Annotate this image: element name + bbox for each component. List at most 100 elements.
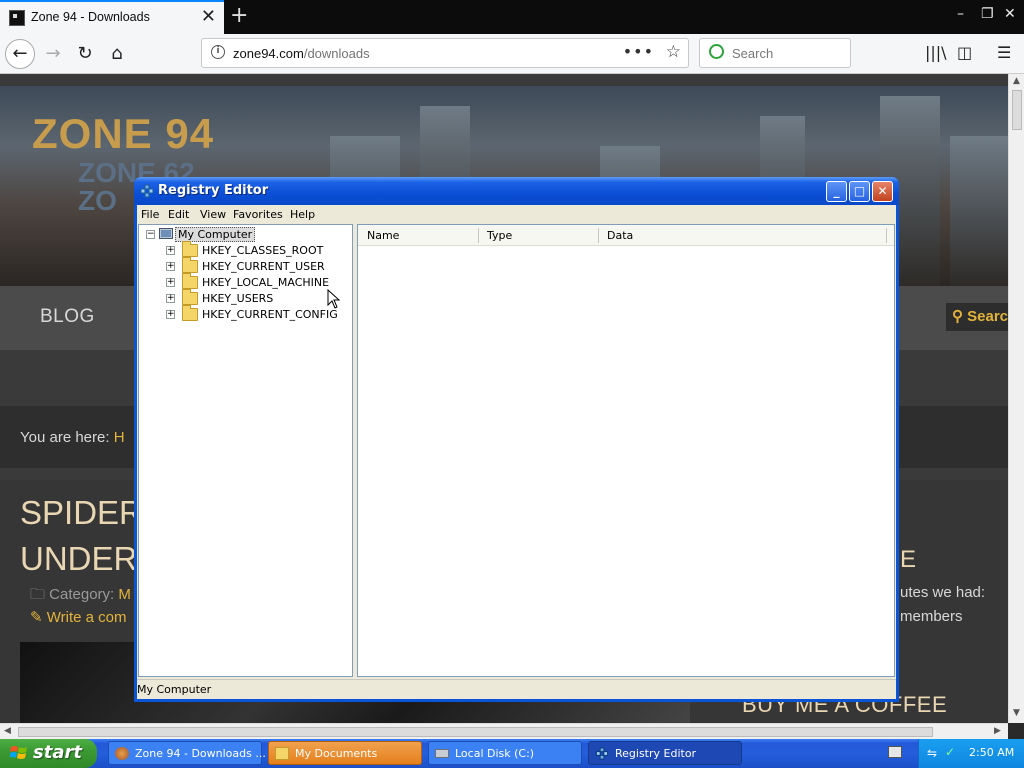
network-icon[interactable]: ⇋	[927, 746, 937, 760]
drive-icon	[435, 749, 449, 758]
menu-view[interactable]: View	[200, 208, 226, 221]
tree-node-label: HKEY_LOCAL_MACHINE	[202, 276, 330, 289]
column-name[interactable]: Name	[367, 229, 399, 242]
column-data[interactable]: Data	[607, 229, 633, 242]
page-vertical-scrollbar[interactable]: ▲ ▼	[1008, 74, 1024, 723]
regedit-titlebar[interactable]: Registry Editor _ □ ✕	[134, 177, 899, 205]
status-text: My Computer	[137, 683, 212, 696]
url-path: /downloads	[303, 46, 370, 61]
search-placeholder: Search	[732, 46, 774, 61]
nav-blog-link[interactable]: BLOG	[40, 306, 95, 328]
bookmark-star-icon[interactable]: ☆	[666, 42, 681, 62]
home-icon[interactable]: ⌂	[102, 39, 132, 69]
reload-icon[interactable]: ↻	[70, 39, 100, 69]
category-value[interactable]: M	[118, 586, 131, 603]
site-logo[interactable]: ZONE 94	[32, 110, 214, 158]
taskbar-item-label: Registry Editor	[615, 747, 697, 760]
tree-node-my-computer[interactable]: − My Computer	[146, 227, 346, 243]
windows-flag-icon	[10, 746, 27, 759]
tree-node-label: HKEY_CURRENT_USER	[202, 260, 325, 273]
back-icon[interactable]: ←	[5, 39, 35, 69]
write-comment-link[interactable]: ✎ Write a com	[30, 608, 127, 626]
regedit-menubar: File Edit View Favorites Help	[137, 205, 896, 224]
address-bar[interactable]: i zone94.com/downloads ••• ☆	[201, 38, 689, 68]
safely-remove-icon[interactable]: ✓	[945, 745, 955, 759]
column-type[interactable]: Type	[487, 229, 512, 242]
category-label: Category:	[49, 586, 115, 603]
sidebar-text-1: utes we had:	[900, 584, 986, 601]
site-search-button[interactable]: ⚲ Searc	[946, 303, 1008, 331]
scroll-down-icon[interactable]: ▼	[1013, 708, 1020, 718]
library-icon[interactable]: |||\	[925, 43, 947, 62]
minimize-icon[interactable]: –	[957, 6, 964, 22]
horizontal-scroll-thumb[interactable]	[18, 727, 933, 737]
tab-close-icon[interactable]: ✕	[201, 7, 216, 27]
registry-tree[interactable]: − My Computer + HKEY_CLASSES_ROOT + HKEY…	[138, 224, 353, 677]
expand-icon[interactable]: +	[166, 246, 175, 255]
taskbar-item-registry-editor[interactable]: Registry Editor	[588, 741, 742, 765]
menu-icon[interactable]: ☰	[997, 43, 1011, 62]
taskbar-item-my-documents[interactable]: My Documents	[268, 741, 422, 765]
folder-icon	[182, 241, 198, 257]
menu-file[interactable]: File	[141, 208, 159, 221]
page-actions-icon[interactable]: •••	[623, 42, 654, 61]
folder-icon	[182, 273, 198, 289]
taskbar: start Zone 94 - Downloads ... My Documen…	[0, 739, 1024, 768]
regedit-close-button[interactable]: ✕	[872, 181, 893, 202]
folder-icon	[182, 305, 198, 321]
start-label: start	[33, 742, 82, 763]
regedit-minimize-button[interactable]: _	[826, 181, 847, 202]
keyboard-icon[interactable]	[888, 746, 902, 758]
menu-help[interactable]: Help	[290, 208, 315, 221]
browser-toolbar: ← → ↻ ⌂ i zone94.com/downloads ••• ☆ Sea…	[0, 34, 1024, 74]
write-comment-label: Write a com	[46, 609, 127, 626]
vertical-scroll-thumb[interactable]	[1012, 90, 1022, 130]
regedit-icon	[140, 184, 154, 198]
search-engine-icon	[709, 44, 724, 59]
regedit-statusbar: My Computer	[137, 679, 896, 699]
tree-node-hkey-local-machine[interactable]: + HKEY_LOCAL_MACHINE	[166, 273, 346, 291]
scroll-up-icon[interactable]: ▲	[1013, 76, 1020, 86]
tree-node-hkey-users[interactable]: + HKEY_USERS	[166, 289, 346, 307]
tree-node-label: HKEY_CLASSES_ROOT	[202, 244, 324, 257]
site-search-label: Searc	[967, 308, 1008, 325]
regedit-body: File Edit View Favorites Help − My Compu…	[137, 205, 896, 699]
taskbar-item-firefox[interactable]: Zone 94 - Downloads ...	[108, 741, 266, 765]
menu-favorites[interactable]: Favorites	[233, 208, 283, 221]
tree-node-hkey-current-user[interactable]: + HKEY_CURRENT_USER	[166, 257, 346, 275]
site-info-icon[interactable]: i	[211, 45, 225, 59]
browser-tab[interactable]: Zone 94 - Downloads ✕	[0, 0, 224, 34]
expand-icon[interactable]: +	[166, 310, 175, 319]
taskbar-item-label: Zone 94 - Downloads ...	[135, 747, 266, 760]
expand-icon[interactable]: +	[166, 262, 175, 271]
mouse-cursor-icon	[327, 289, 341, 309]
taskbar-item-local-disk[interactable]: Local Disk (C:)	[428, 741, 582, 765]
values-list[interactable]: Name Type Data	[357, 224, 895, 677]
values-list-header: Name Type Data	[358, 225, 894, 246]
folder-icon	[275, 747, 289, 760]
expand-icon[interactable]: +	[166, 294, 175, 303]
tree-node-label: HKEY_USERS	[202, 292, 274, 305]
restore-icon[interactable]: ❐	[981, 6, 994, 22]
tree-node-label: HKEY_CURRENT_CONFIG	[202, 308, 338, 321]
start-button[interactable]: start	[0, 739, 97, 768]
breadcrumb-home-link[interactable]: H	[114, 429, 125, 446]
menu-edit[interactable]: Edit	[168, 208, 189, 221]
tree-node-hkey-current-config[interactable]: + HKEY_CURRENT_CONFIG	[166, 305, 346, 323]
tree-node-label: My Computer	[175, 227, 256, 242]
regedit-maximize-button[interactable]: □	[849, 181, 870, 202]
computer-icon	[159, 228, 173, 239]
scroll-right-icon[interactable]: ▶	[994, 726, 1001, 736]
registry-editor-window: Registry Editor _ □ ✕ File Edit View Fav…	[134, 177, 899, 702]
search-bar[interactable]: Search	[699, 38, 851, 68]
window-close-icon[interactable]: ✕	[1004, 6, 1016, 22]
page-horizontal-scrollbar[interactable]: ◀ ▶	[0, 723, 1008, 739]
tree-node-hkey-classes-root[interactable]: + HKEY_CLASSES_ROOT	[166, 241, 346, 259]
clock: 2:50 AM	[969, 746, 1015, 759]
forward-icon[interactable]: →	[38, 39, 68, 69]
new-tab-icon[interactable]: +	[230, 3, 248, 29]
collapse-icon[interactable]: −	[146, 230, 155, 239]
scroll-left-icon[interactable]: ◀	[4, 726, 11, 736]
expand-icon[interactable]: +	[166, 278, 175, 287]
sidebar-icon[interactable]: ◫	[957, 43, 972, 62]
